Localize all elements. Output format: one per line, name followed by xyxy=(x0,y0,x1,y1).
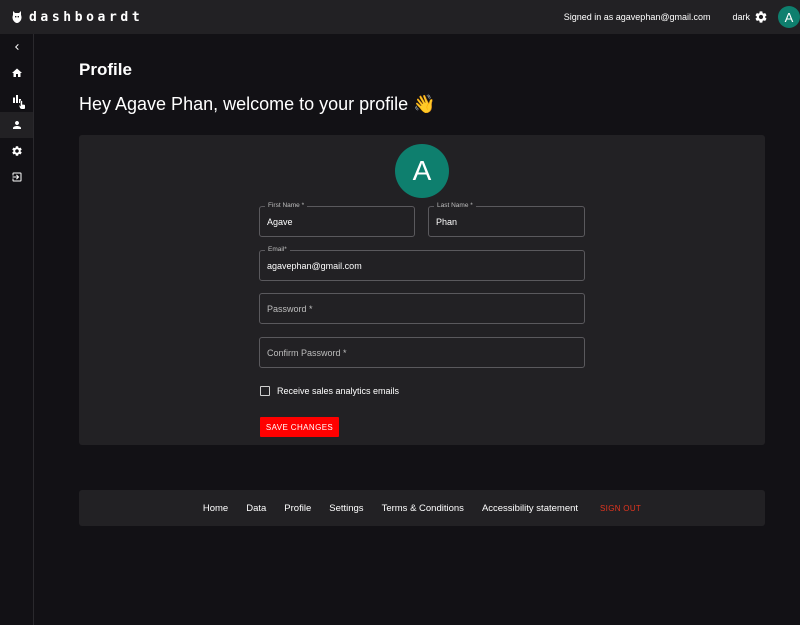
last-name-value[interactable]: Phan xyxy=(436,217,576,227)
save-changes-button[interactable]: SAVE CHANGES xyxy=(260,417,339,437)
gear-icon xyxy=(11,146,22,156)
profile-avatar: A xyxy=(395,144,449,198)
last-name-label: Last Name * xyxy=(434,202,476,209)
welcome-message: Hey Agave Phan, welcome to your profile … xyxy=(79,94,436,114)
confirm-password-field[interactable]: Confirm Password * xyxy=(259,337,585,368)
sidebar xyxy=(0,34,34,625)
app-name: dashboardt xyxy=(29,9,144,25)
last-name-field[interactable]: Last Name * Phan xyxy=(428,202,585,237)
logo-icon xyxy=(12,11,22,23)
sales-emails-label: Receive sales analytics emails xyxy=(277,386,400,396)
footer: Home Data Profile Settings Terms & Condi… xyxy=(79,490,765,526)
person-icon xyxy=(12,121,21,129)
sidebar-item-home[interactable] xyxy=(0,60,33,86)
first-name-field[interactable]: First Name * Agave xyxy=(259,202,415,237)
home-icon xyxy=(11,68,22,77)
logout-icon xyxy=(12,172,21,182)
sidebar-item-data[interactable] xyxy=(0,86,33,112)
profile-card: A First Name * Agave Last Name * Phan Em… xyxy=(79,135,765,445)
hand-cursor-icon xyxy=(18,100,26,110)
email-value[interactable]: agavephan@gmail.com xyxy=(267,261,559,271)
first-name-label: First Name * xyxy=(265,202,308,209)
confirm-password-placeholder: Confirm Password * xyxy=(267,348,347,358)
footer-link-terms[interactable]: Terms & Conditions xyxy=(382,503,464,514)
first-name-value[interactable]: Agave xyxy=(267,217,406,227)
sidebar-item-settings[interactable] xyxy=(0,138,33,164)
email-label: Email* xyxy=(265,246,290,253)
signed-in-text: Signed in as agavephan@gmail.com xyxy=(563,12,711,22)
top-bar: dashboardt Signed in as agavephan@gmail.… xyxy=(0,0,800,34)
footer-sign-out[interactable]: SIGN OUT xyxy=(600,504,641,513)
theme-gear-icon[interactable] xyxy=(754,10,768,24)
email-field[interactable]: Email* agavephan@gmail.com xyxy=(259,246,585,281)
sales-emails-option[interactable]: Receive sales analytics emails xyxy=(260,386,399,396)
theme-label: dark xyxy=(732,12,750,22)
sidebar-item-profile[interactable] xyxy=(0,112,33,138)
sales-emails-checkbox[interactable] xyxy=(260,386,270,396)
user-avatar[interactable]: A xyxy=(778,6,800,28)
page-title: Profile xyxy=(79,60,132,79)
footer-link-profile[interactable]: Profile xyxy=(284,503,311,514)
footer-link-data[interactable]: Data xyxy=(246,503,266,514)
logo[interactable]: dashboardt xyxy=(11,10,143,25)
password-placeholder: Password * xyxy=(267,304,313,314)
footer-link-accessibility[interactable]: Accessibility statement xyxy=(482,503,578,514)
sidebar-item-logout[interactable] xyxy=(0,164,33,190)
chevron-left-icon xyxy=(14,44,19,50)
sidebar-collapse-button[interactable] xyxy=(0,34,33,60)
password-field[interactable]: Password * xyxy=(259,293,585,324)
footer-link-settings[interactable]: Settings xyxy=(329,503,363,514)
footer-link-home[interactable]: Home xyxy=(203,503,228,514)
